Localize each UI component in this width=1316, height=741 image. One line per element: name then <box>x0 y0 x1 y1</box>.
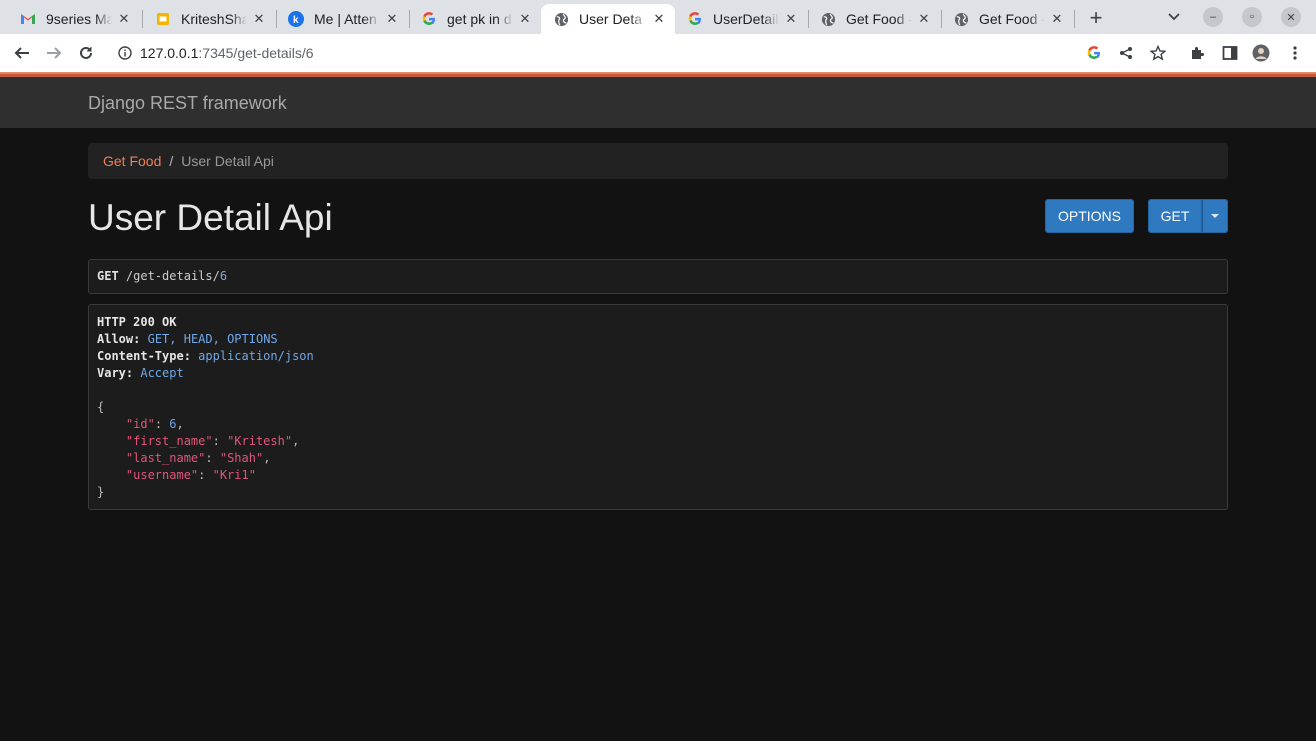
response-status: HTTP 200 OK <box>97 315 177 329</box>
tab-get-food-1[interactable]: Get Food - ✕ <box>808 4 940 34</box>
json-value: 6 <box>169 417 177 431</box>
tab-strip: 9series Ma ✕ KriteshSha ✕ k Me | Atten ✕… <box>0 0 1316 34</box>
request-info: GET /get-details/6 <box>88 259 1228 294</box>
response-info: HTTP 200 OK Allow: GET, HEAD, OPTIONS Co… <box>88 304 1228 510</box>
close-icon[interactable]: ✕ <box>251 11 267 27</box>
more-menu-icon[interactable] <box>1286 44 1304 62</box>
allow-value: GET, HEAD, OPTIONS <box>147 332 278 346</box>
tab-label: KriteshSha <box>181 11 247 27</box>
drf-navbar: Django REST framework <box>0 77 1316 128</box>
gmail-icon <box>20 11 36 27</box>
globe-icon <box>553 11 569 27</box>
site-info-icon[interactable] <box>118 46 132 60</box>
vary-label: Vary: <box>97 366 134 380</box>
tab-label: Me | Atten <box>314 11 377 27</box>
tab-label: get pk in d <box>447 11 512 27</box>
url-path: :7345/get-details/6 <box>198 45 314 61</box>
vary-value: Accept <box>140 366 184 380</box>
json-key: "first_name" <box>125 434 213 448</box>
bookmark-star-icon[interactable] <box>1149 44 1167 62</box>
json-open-brace: { <box>97 400 105 414</box>
request-path-sep: / <box>212 269 220 283</box>
google-icon <box>687 11 703 27</box>
tab-divider <box>1074 10 1075 28</box>
allow-label: Allow: <box>97 332 141 346</box>
close-icon[interactable]: ✕ <box>384 11 400 27</box>
content-type-label: Content-Type: <box>97 349 191 363</box>
close-icon[interactable]: ✕ <box>651 11 667 27</box>
chevron-down-icon[interactable] <box>1164 7 1184 27</box>
brand-link[interactable]: Django REST framework <box>88 93 287 114</box>
json-close-brace: } <box>97 485 105 499</box>
breadcrumb: Get Food / User Detail Api <box>88 143 1228 179</box>
url-host: 127.0.0.1 <box>140 45 199 61</box>
reload-icon[interactable] <box>74 41 98 65</box>
browser-toolbar: 127.0.0.1:7345/get-details/6 <box>0 34 1316 72</box>
restore-icon[interactable]: ▫ <box>1242 7 1262 27</box>
close-window-icon[interactable]: ✕ <box>1281 7 1301 27</box>
json-value: "Shah" <box>219 451 264 465</box>
json-value: "Kri1" <box>212 468 256 482</box>
close-icon[interactable]: ✕ <box>517 11 533 27</box>
tab-label: 9series Ma <box>46 11 112 27</box>
new-tab-plus-icon[interactable]: + <box>1084 5 1108 30</box>
tab-label: User Deta <box>579 11 643 27</box>
google-lens-icon[interactable] <box>1085 44 1103 62</box>
tab-userdetail-search[interactable]: UserDetail ✕ <box>675 4 807 34</box>
globe-icon <box>953 11 969 27</box>
tab-label: Get Food - <box>846 11 912 27</box>
tab-gmail[interactable]: 9series Ma ✕ <box>8 4 140 34</box>
google-icon <box>421 11 437 27</box>
tab-user-detail-active[interactable]: User Deta ✕ <box>541 4 675 34</box>
address-bar[interactable]: 127.0.0.1:7345/get-details/6 <box>108 38 1178 68</box>
tab-label: UserDetail <box>713 11 779 27</box>
options-button[interactable]: OPTIONS <box>1045 199 1134 233</box>
close-icon[interactable]: ✕ <box>916 11 932 27</box>
svg-text:k: k <box>293 15 299 26</box>
close-icon[interactable]: ✕ <box>116 11 132 27</box>
caret-down-icon <box>1211 214 1219 218</box>
profile-avatar-icon[interactable] <box>1252 44 1270 62</box>
globe-icon <box>820 11 836 27</box>
json-key: "id" <box>125 417 155 431</box>
tab-slides[interactable]: KriteshSha ✕ <box>143 4 275 34</box>
side-panel-icon[interactable] <box>1221 44 1239 62</box>
get-button[interactable]: GET <box>1148 199 1202 233</box>
slides-icon <box>155 11 171 27</box>
close-icon[interactable]: ✕ <box>783 11 799 27</box>
content-type-value: application/json <box>198 349 314 363</box>
back-arrow-icon[interactable] <box>10 41 34 65</box>
breadcrumb-link-get-food[interactable]: Get Food <box>103 153 161 169</box>
close-icon[interactable]: ✕ <box>1049 11 1065 27</box>
tab-keka[interactable]: k Me | Atten ✕ <box>276 4 408 34</box>
json-value: "Kritesh" <box>227 434 293 448</box>
share-icon[interactable] <box>1117 44 1135 62</box>
tab-google-search[interactable]: get pk in d ✕ <box>409 4 541 34</box>
tab-label: Get Food - <box>979 11 1045 27</box>
request-path-segment[interactable]: get-details <box>133 269 212 283</box>
forward-arrow-icon[interactable] <box>42 41 66 65</box>
breadcrumb-current: User Detail Api <box>181 153 274 169</box>
keka-icon: k <box>288 11 304 27</box>
extensions-icon[interactable] <box>1188 44 1206 62</box>
json-key: "username" <box>125 468 199 482</box>
get-format-dropdown-button[interactable] <box>1202 199 1228 233</box>
request-method: GET <box>97 269 119 283</box>
json-key: "last_name" <box>125 451 206 465</box>
request-path-id[interactable]: 6 <box>220 269 227 283</box>
breadcrumb-separator: / <box>169 153 174 169</box>
page-title: User Detail Api <box>88 197 333 238</box>
minimize-icon[interactable]: – <box>1203 7 1223 27</box>
tab-get-food-2[interactable]: Get Food - ✕ <box>941 4 1073 34</box>
